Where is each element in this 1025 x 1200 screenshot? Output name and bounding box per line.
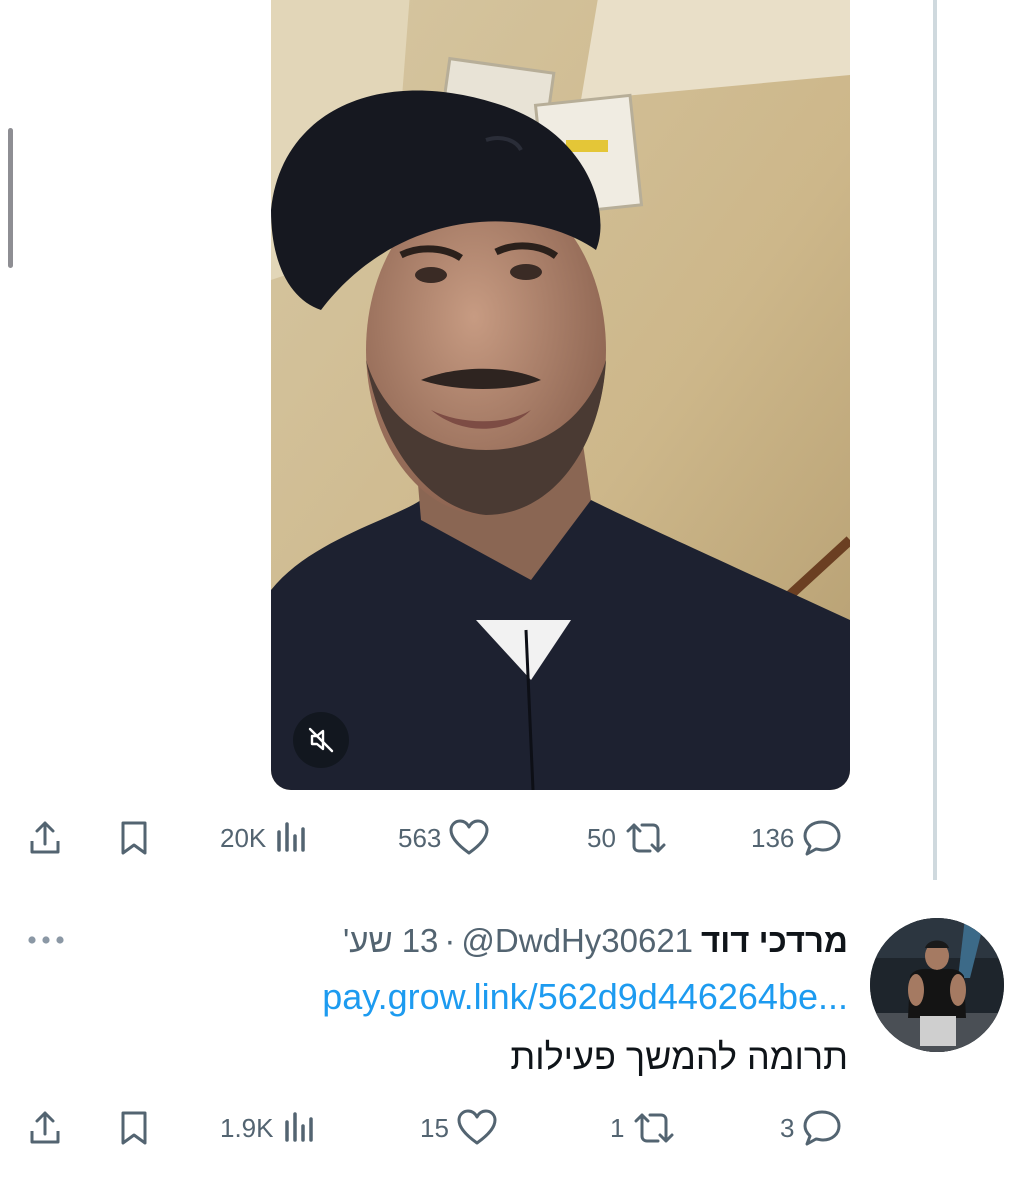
more-options-button[interactable] — [24, 922, 68, 958]
tweet1-replies-count: 136 — [751, 822, 795, 853]
tweet1-share-button[interactable] — [26, 808, 64, 868]
thread-line — [933, 0, 937, 880]
repost-icon — [632, 1110, 676, 1146]
tweet1-reply-button[interactable]: 136 — [751, 808, 842, 868]
tweet-text: תרומה להמשך פעילות — [510, 1036, 848, 1077]
tweet2-reposts-count: 1 — [610, 1112, 625, 1143]
video-frame — [271, 0, 850, 790]
repost-icon — [624, 820, 668, 856]
tweet2-share-button[interactable] — [26, 1098, 64, 1158]
tweet1-views-button[interactable]: 20K — [220, 808, 310, 868]
tweet2-like-button[interactable]: 15 — [420, 1098, 497, 1158]
tweet-header: מרדכי דוד @DwdHy30621 · 13 שע' — [343, 918, 848, 964]
tweet2-action-bar: 1.9K 15 1 3 — [0, 1098, 1025, 1158]
reply-icon — [802, 1109, 842, 1147]
tweet1-repost-button[interactable]: 50 — [587, 808, 668, 868]
tweet2-replies-count: 3 — [780, 1112, 795, 1143]
tweet2-reply-button[interactable]: 3 — [780, 1098, 842, 1158]
tweet-link[interactable]: pay.grow.link/562d9d446264be... — [322, 976, 848, 1018]
tweet1-action-bar: 20K 563 50 136 — [0, 808, 1025, 868]
share-icon — [26, 819, 64, 857]
tweet2-views-button[interactable]: 1.9K — [220, 1098, 318, 1158]
tweet1-like-button[interactable]: 563 — [398, 808, 489, 868]
tweet1-reposts-count: 50 — [587, 822, 616, 853]
tweet1-views-count: 20K — [220, 822, 267, 853]
heart-icon — [457, 1109, 497, 1147]
mute-toggle-button[interactable] — [293, 712, 349, 768]
more-dots-icon — [26, 935, 66, 945]
speaker-muted-icon — [306, 725, 336, 755]
avatar-photo — [870, 918, 1004, 1052]
tweet-timestamp[interactable]: 13 שע' — [343, 922, 438, 960]
heart-icon — [449, 819, 489, 857]
header-separator: · — [444, 922, 456, 959]
reply-icon — [802, 819, 842, 857]
tweet2-bookmark-button[interactable] — [115, 1098, 153, 1158]
share-icon — [26, 1109, 64, 1147]
author-name[interactable]: מרדכי דוד — [701, 922, 848, 960]
tweet-video[interactable] — [271, 0, 850, 790]
views-chart-icon — [282, 1110, 318, 1146]
tweet1-bookmark-button[interactable] — [115, 808, 153, 868]
tweet2-repost-button[interactable]: 1 — [610, 1098, 676, 1158]
tweet1-likes-count: 563 — [398, 822, 442, 853]
author-handle[interactable]: @DwdHy30621 — [461, 922, 693, 960]
bookmark-icon — [115, 1109, 153, 1147]
scroll-indicator[interactable] — [8, 128, 13, 268]
views-chart-icon — [274, 820, 310, 856]
tweet2-likes-count: 15 — [420, 1112, 449, 1143]
author-avatar[interactable] — [870, 918, 1004, 1052]
bookmark-icon — [115, 819, 153, 857]
tweet2-views-count: 1.9K — [220, 1112, 274, 1143]
